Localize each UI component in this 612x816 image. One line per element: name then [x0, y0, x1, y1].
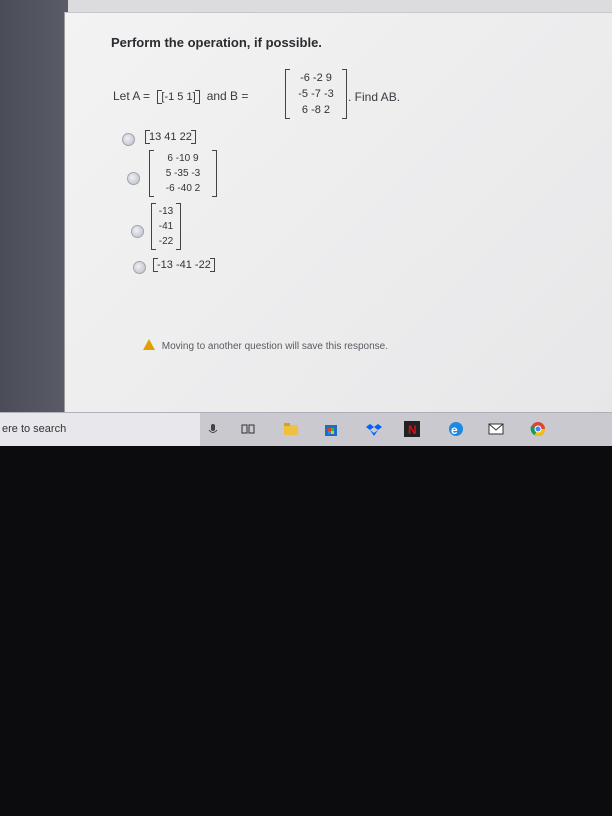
matrix-b-row: -6 -2 9: [300, 72, 332, 84]
notice-text: Moving to another question will save thi…: [161, 341, 389, 352]
question-statement: Let A = [-1 5 1] and B =: [113, 89, 249, 104]
edge-icon[interactable]: e: [448, 421, 464, 437]
matrix-b-row: 6 -8 2: [301, 104, 331, 116]
taskbar: ere to search N e: [0, 412, 612, 446]
matrix-b: -6 -2 9 -5 -7 -3 6 -8 2: [285, 69, 347, 119]
file-explorer-icon[interactable]: [283, 421, 299, 437]
option-3-matrix[interactable]: -13 -41 -22: [151, 203, 181, 250]
mail-icon[interactable]: [488, 421, 504, 437]
option-2-radio[interactable]: [127, 172, 140, 185]
question-title: Perform the operation, if possible.: [111, 35, 322, 50]
matrix-b-row: -5 -7 -3: [298, 88, 334, 100]
taskbar-search[interactable]: ere to search: [0, 413, 200, 446]
option-2-row: -6 -40 2: [165, 183, 201, 194]
save-notice: Moving to another question will save thi…: [143, 339, 388, 352]
option-4-radio[interactable]: [133, 261, 146, 274]
option-3-row: -22: [158, 236, 174, 247]
option-4-matrix[interactable]: -13 -41 -22: [153, 258, 215, 272]
option-2-row: 6 -10 9: [167, 153, 199, 164]
let-a-label: Let A =: [113, 89, 151, 103]
netflix-icon[interactable]: N: [404, 421, 420, 437]
option-3-row: -41: [158, 221, 174, 232]
option-2-matrix[interactable]: 6 -10 9 5 -35 -3 -6 -40 2: [149, 150, 217, 197]
option-2-row: 5 -35 -3: [165, 168, 201, 179]
option-3-radio[interactable]: [131, 225, 144, 238]
question-panel: Perform the operation, if possible. Let …: [64, 12, 612, 413]
microphone-icon[interactable]: [205, 421, 221, 437]
option-1-matrix[interactable]: 13 41 22: [145, 130, 196, 144]
matrix-a: [-1 5 1]: [157, 90, 202, 104]
screen: Perform the operation, if possible. Let …: [0, 0, 612, 446]
left-strip: [0, 0, 68, 412]
chrome-icon[interactable]: [530, 421, 546, 437]
option-3-row: -13: [158, 206, 174, 217]
svg-text:e: e: [451, 423, 458, 437]
dropbox-icon[interactable]: [366, 421, 382, 437]
option-1-radio[interactable]: [122, 133, 135, 146]
and-b-label: and B =: [206, 89, 249, 103]
task-view-icon[interactable]: [240, 421, 256, 437]
find-text: . Find AB.: [348, 90, 401, 104]
store-icon[interactable]: [323, 421, 339, 437]
svg-text:N: N: [408, 423, 417, 437]
warning-icon: [143, 339, 155, 350]
